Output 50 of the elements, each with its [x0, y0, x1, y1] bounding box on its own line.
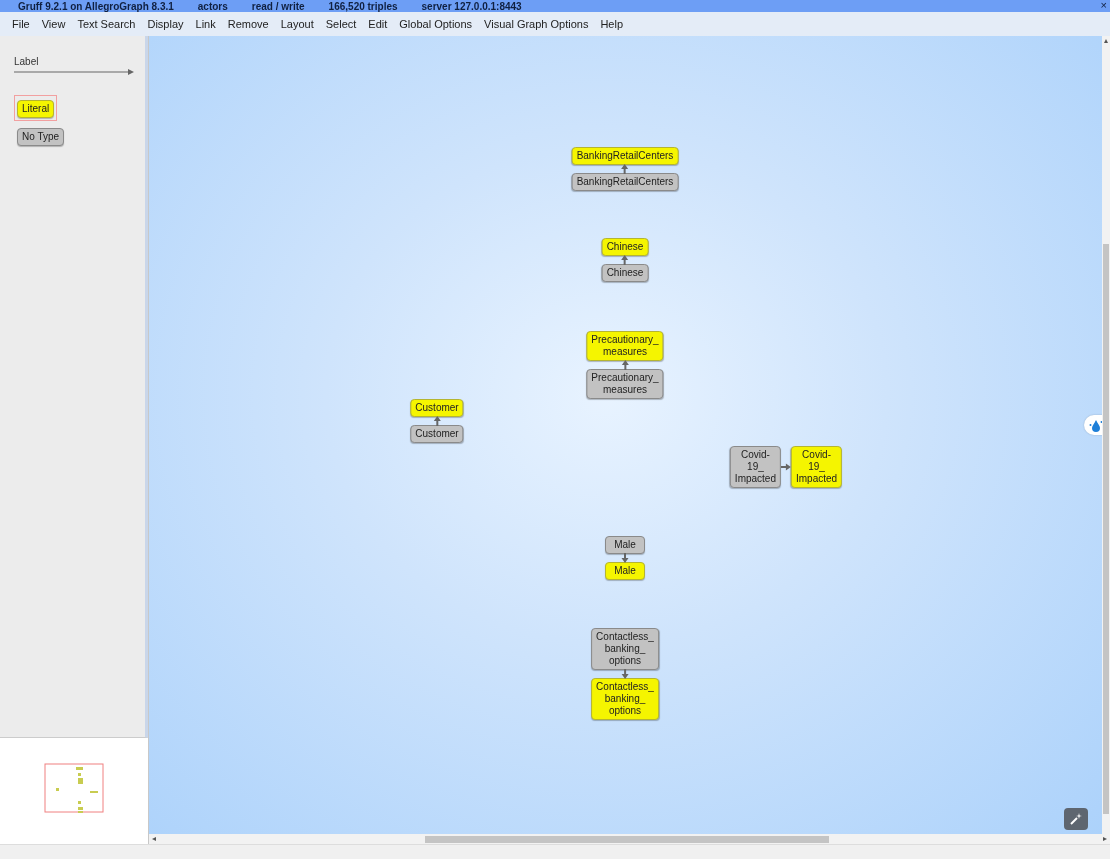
graph-node[interactable]: Contactless_ banking_ options	[591, 678, 659, 720]
graph-node[interactable]: Precautionary_ measures	[586, 369, 664, 399]
close-button[interactable]: ×	[1100, 0, 1107, 11]
menu-item[interactable]: Global Options	[399, 18, 473, 30]
edge-arrow	[621, 669, 629, 679]
graph-node[interactable]: Male	[605, 536, 645, 554]
menu-item[interactable]: Remove	[227, 18, 269, 30]
menu-item[interactable]: Text Search	[77, 18, 136, 30]
edge-arrow	[621, 553, 629, 563]
menu-item[interactable]: Visual Graph Options	[484, 18, 589, 30]
edge-arrow	[433, 416, 441, 426]
window-title: server 127.0.0.1:8443	[421, 0, 522, 12]
scroll-left-icon[interactable]	[151, 836, 157, 842]
window-title: Gruff 9.2.1 on AllegroGraph 8.3.1	[18, 0, 174, 12]
menu-item[interactable]: File	[12, 18, 30, 30]
menu-item[interactable]: View	[41, 18, 66, 30]
legend-item[interactable]: Literal	[14, 95, 58, 121]
menu-item[interactable]: Link	[195, 18, 216, 30]
graph-node[interactable]: BankingRetailCenters	[571, 173, 679, 191]
graph-node[interactable]: Precautionary_ measures	[586, 331, 664, 361]
graph-node[interactable]: BankingRetailCenters	[571, 147, 679, 165]
magic-wand-icon	[1069, 812, 1083, 826]
assistant-button[interactable]	[1084, 415, 1102, 435]
window-title: read / write	[251, 0, 305, 12]
scroll-up-icon[interactable]	[1103, 38, 1109, 44]
scroll-right-icon[interactable]	[1102, 836, 1108, 842]
predicate-arrow-icon	[14, 69, 134, 75]
graph-node[interactable]: Customer	[410, 399, 464, 417]
menu-item[interactable]: Edit	[368, 18, 388, 30]
menu-item[interactable]: Help	[600, 18, 624, 30]
menu-item[interactable]: Display	[147, 18, 184, 30]
predicate-label: Label	[14, 56, 39, 67]
graph-node[interactable]: Contactless_ banking_ options	[591, 628, 659, 670]
droplet-icon	[1089, 418, 1102, 432]
edge-arrow	[781, 463, 791, 471]
graph-node[interactable]: Covid-19_ Impacted	[791, 446, 843, 488]
graph-node[interactable]: Male	[605, 562, 645, 580]
window-title: 166,520 triples	[328, 0, 398, 12]
menu-item[interactable]: Layout	[280, 18, 314, 30]
horizontal-scrollbar[interactable]	[149, 834, 1110, 844]
graph-node[interactable]: Covid-19_ Impacted	[729, 446, 781, 488]
menu-item[interactable]: Select	[325, 18, 357, 30]
graph-node[interactable]: Chinese	[601, 238, 649, 256]
edge-arrow	[621, 255, 629, 265]
magic-wand-button[interactable]	[1064, 808, 1088, 830]
graph-node[interactable]: Chinese	[601, 264, 649, 282]
window-title: actors	[197, 0, 228, 12]
edge-arrow	[621, 164, 629, 174]
edge-arrow	[621, 360, 629, 370]
graph-node[interactable]: Customer	[410, 425, 464, 443]
